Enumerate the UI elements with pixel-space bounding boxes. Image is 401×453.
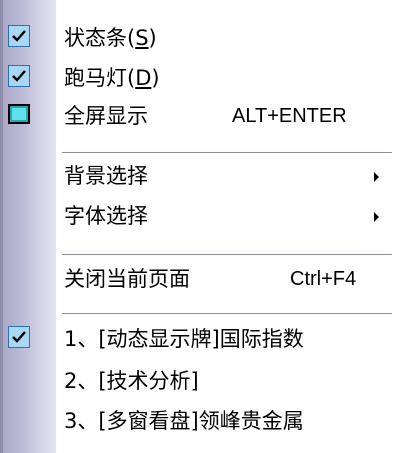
menu-item-status-bar[interactable]: 状态条(S) <box>0 20 401 56</box>
menu-separator <box>62 254 392 255</box>
submenu-arrow-icon <box>374 212 379 222</box>
menu-item-label: 状态条(S) <box>64 26 157 50</box>
menu-item-font-select[interactable]: 字体选择 <box>0 198 401 234</box>
checkmark-icon <box>8 65 30 87</box>
menu-item-marquee[interactable]: 跑马灯(D) <box>0 60 401 96</box>
checkmark-icon <box>8 25 30 47</box>
menu-item-label: 跑马灯(D) <box>64 66 160 90</box>
menu-item-background-select[interactable]: 背景选择 <box>0 158 401 194</box>
menu-item-label: 字体选择 <box>64 204 148 228</box>
menu-item-window-3[interactable]: 3、[多窗看盘]领峰贵金属 <box>0 403 401 439</box>
menu-item-window-2[interactable]: 2、[技术分析] <box>0 363 401 399</box>
checkmark-icon <box>8 326 30 348</box>
menu-item-shortcut: ALT+ENTER <box>232 105 347 127</box>
menu-item-label: 3、[多窗看盘]领峰贵金属 <box>64 409 304 433</box>
menu-separator <box>62 313 392 314</box>
menu-item-label: 关闭当前页面 <box>64 267 190 291</box>
menu-item-shortcut: Ctrl+F4 <box>290 268 357 290</box>
menu-item-window-1[interactable]: 1、[动态显示牌]国际指数 <box>0 321 401 357</box>
menu-item-label: 1、[动态显示牌]国际指数 <box>64 327 304 351</box>
fullscreen-icon <box>8 104 30 124</box>
menu-separator <box>62 152 392 153</box>
menu-item-fullscreen[interactable]: 全屏显示 ALT+ENTER <box>0 98 401 134</box>
menu-item-close-page[interactable]: 关闭当前页面 Ctrl+F4 <box>0 261 401 297</box>
submenu-arrow-icon <box>374 172 379 182</box>
menu-item-label: 全屏显示 <box>64 104 148 128</box>
context-menu: 状态条(S) 跑马灯(D) 全屏显示 ALT+ENTER 背景选择 字体选择 关… <box>0 0 401 453</box>
menu-item-label: 背景选择 <box>64 164 148 188</box>
menu-item-label: 2、[技术分析] <box>64 369 199 393</box>
